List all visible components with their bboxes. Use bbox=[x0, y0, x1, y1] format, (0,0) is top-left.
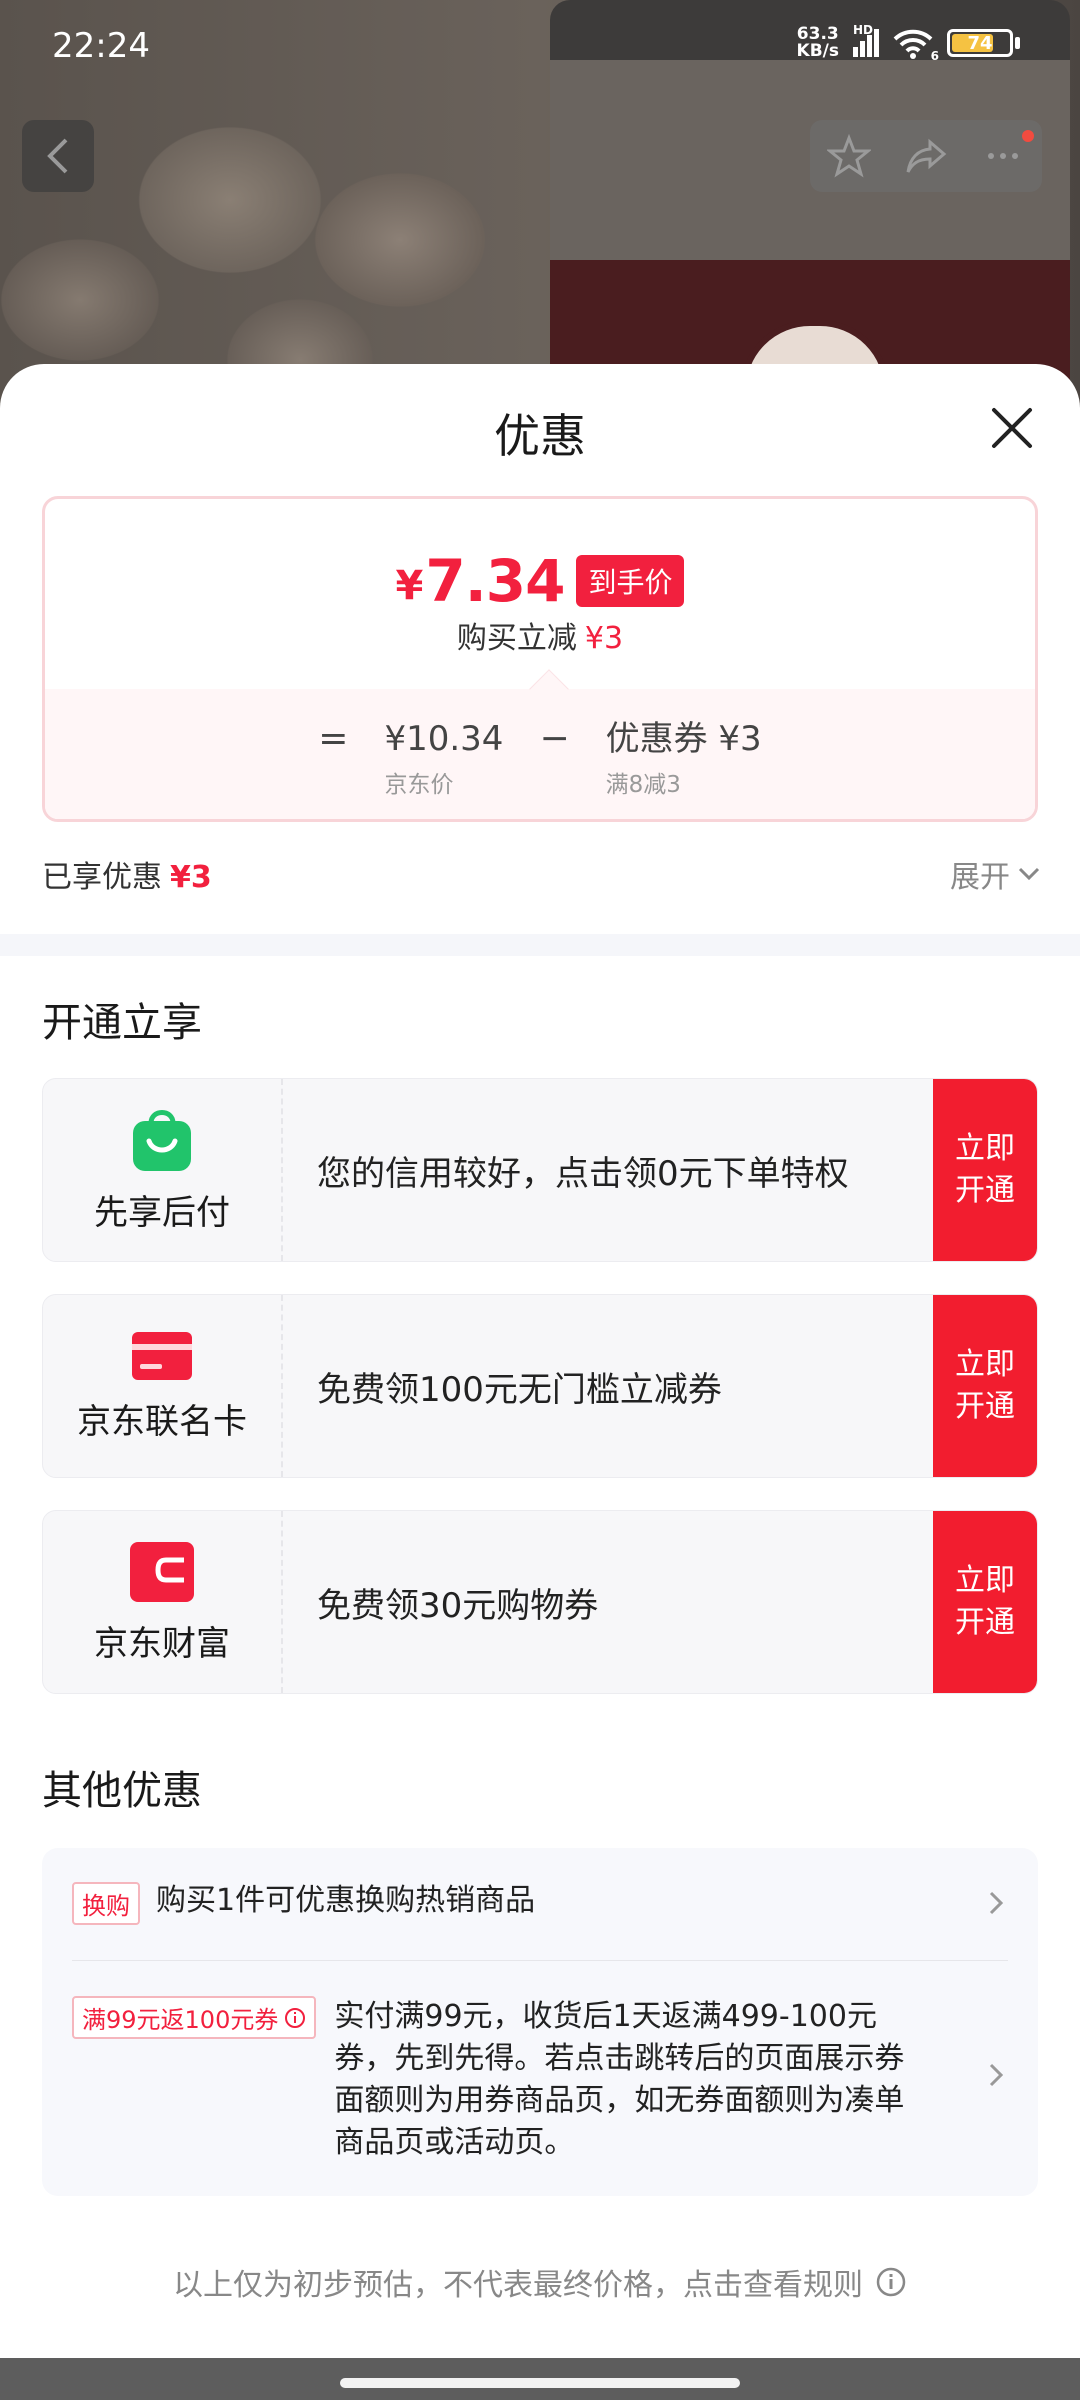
offer-card-pay-later[interactable]: 先享后付 您的信用较好，点击领0元下单特权 立即 开通 bbox=[42, 1078, 1038, 1262]
offer-card-jd-wealth[interactable]: 京东财富 免费领30元购物券 立即 开通 bbox=[42, 1510, 1038, 1694]
more-button[interactable] bbox=[981, 134, 1025, 178]
list-item-cashback-coupon[interactable]: 满99元返100元券 实付满99元，收货后1天返满499-100元 券，先到先得… bbox=[72, 1996, 1008, 2164]
list-divider bbox=[72, 1960, 1008, 1961]
section-divider bbox=[0, 934, 1080, 956]
network-speed: 63.3 KB/s bbox=[796, 24, 839, 61]
chevron-left-icon bbox=[47, 138, 68, 174]
star-icon[interactable] bbox=[826, 134, 871, 178]
price-breakdown: = ¥10.34 京东价 − 优惠券 ¥3 满8减3 bbox=[45, 689, 1035, 819]
expand-button[interactable]: 展开 bbox=[950, 852, 1040, 896]
offer-desc: 免费领30元购物券 bbox=[317, 1585, 599, 1626]
status-bar: 22:24 63.3 KB/s HD 6 74 bbox=[0, 0, 1080, 90]
wifi-icon: 6 bbox=[893, 27, 939, 63]
final-price-badge: 到手价 bbox=[576, 555, 685, 607]
back-button[interactable] bbox=[22, 120, 94, 192]
minus-sign: − bbox=[539, 718, 570, 759]
sheet-title: 优惠 bbox=[494, 409, 586, 463]
gesture-bar-area bbox=[0, 2358, 1080, 2400]
discount-sheet: 优惠 ¥ 7.34 到手价 购买立减 ¥3 = ¥10.34 京东价 − 优惠券 … bbox=[0, 364, 1080, 2400]
home-indicator[interactable] bbox=[340, 2378, 740, 2388]
product-actions bbox=[810, 120, 1042, 192]
final-price-value: 7.34 bbox=[425, 547, 565, 615]
rules-footnote[interactable]: 以上仅为初步预估，不代表最终价格，点击查看规则 bbox=[0, 2260, 1080, 2304]
offer-desc: 您的信用较好，点击领0元下单特权 bbox=[317, 1153, 849, 1194]
notification-dot bbox=[1022, 130, 1034, 142]
enjoyed-discount: 已享优惠 ¥3 bbox=[42, 860, 212, 895]
instant-discount: 购买立减 ¥3 bbox=[456, 621, 624, 656]
info-icon[interactable] bbox=[284, 2007, 306, 2029]
activate-button[interactable]: 立即 开通 bbox=[933, 1079, 1037, 1261]
currency-symbol: ¥ bbox=[395, 563, 424, 609]
equals-sign: = bbox=[318, 718, 349, 759]
other-offers-list: 换购 购买1件可优惠换购热销商品 满99元返100元券 实付满99元，收货后1天… bbox=[42, 1848, 1038, 2196]
offer-card-co-branded-card[interactable]: 京东联名卡 免费领100元无门槛立减券 立即 开通 bbox=[42, 1294, 1038, 1478]
chevron-down-icon bbox=[1018, 867, 1040, 881]
list-item-trade-in[interactable]: 换购 购买1件可优惠换购热销商品 bbox=[72, 1882, 1008, 1925]
info-icon bbox=[876, 2267, 906, 2297]
chevron-right-icon bbox=[989, 2063, 1004, 2087]
more-icon bbox=[988, 153, 1019, 159]
chevron-right-icon bbox=[989, 1891, 1004, 1915]
section-title-open: 开通立享 bbox=[42, 1000, 202, 1046]
section-title-other: 其他优惠 bbox=[42, 1768, 202, 1814]
tag-cashback: 满99元返100元券 bbox=[72, 1996, 317, 2039]
close-icon bbox=[992, 408, 1032, 448]
credit-card-icon bbox=[132, 1331, 192, 1380]
close-button[interactable] bbox=[984, 400, 1040, 456]
shopping-bag-icon bbox=[133, 1109, 191, 1171]
wallet-icon bbox=[130, 1541, 194, 1602]
status-icons: 63.3 KB/s HD 6 74 bbox=[796, 23, 1020, 63]
activate-button[interactable]: 立即 开通 bbox=[933, 1295, 1037, 1477]
offer-name: 京东财富 bbox=[94, 1623, 230, 1664]
final-price: ¥ 7.34 到手价 bbox=[45, 547, 1035, 615]
status-time: 22:24 bbox=[52, 26, 150, 66]
share-icon[interactable] bbox=[904, 134, 948, 178]
coupon-discount: 优惠券 ¥3 满8减3 bbox=[605, 719, 762, 798]
offer-desc: 免费领100元无门槛立减券 bbox=[317, 1369, 722, 1410]
jd-price: ¥10.34 京东价 bbox=[384, 719, 504, 798]
offer-name: 京东联名卡 bbox=[77, 1401, 247, 1442]
battery-icon: 74 bbox=[947, 29, 1020, 57]
price-card: ¥ 7.34 到手价 购买立减 ¥3 = ¥10.34 京东价 − 优惠券 ¥3 … bbox=[42, 496, 1038, 822]
offer-name: 先享后付 bbox=[94, 1192, 230, 1233]
tag-trade-in: 换购 bbox=[72, 1882, 140, 1925]
activate-button[interactable]: 立即 开通 bbox=[933, 1511, 1037, 1693]
item-text: 购买1件可优惠换购热销商品 bbox=[156, 1883, 536, 1918]
item-text: 实付满99元，收货后1天返满499-100元 券，先到先得。若点击跳转后的页面展… bbox=[334, 1999, 905, 2160]
signal-icon: HD bbox=[853, 23, 879, 57]
